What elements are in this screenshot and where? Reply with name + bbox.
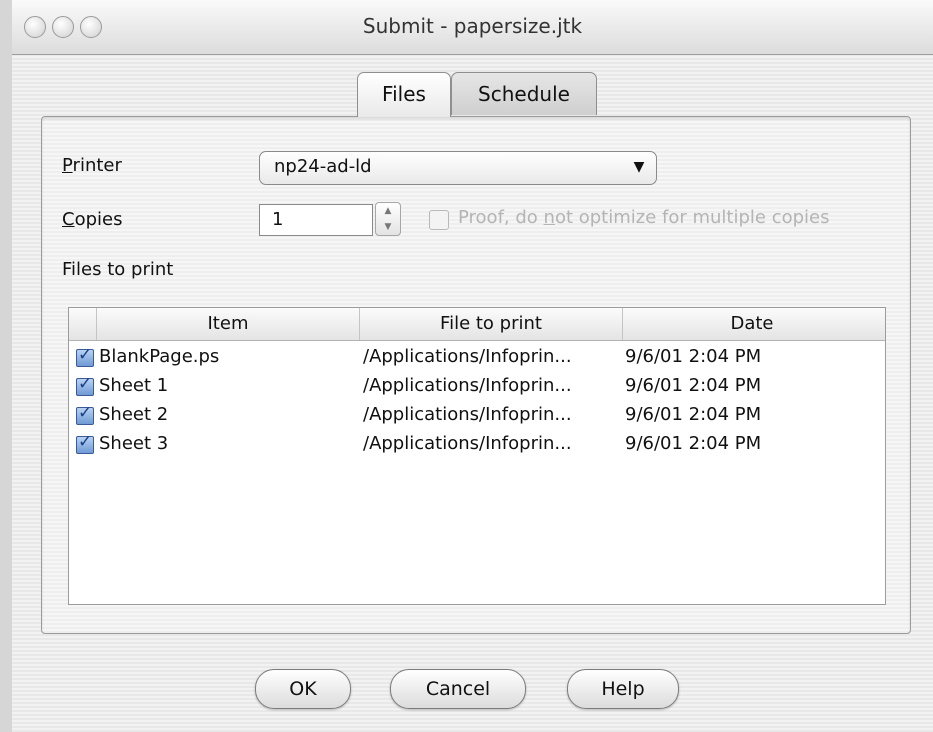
row-checkbox[interactable]: [76, 432, 94, 454]
printer-label: Printer: [62, 155, 122, 176]
stepper-down-icon[interactable]: ▼: [376, 219, 400, 235]
column-header-check: [69, 308, 97, 340]
column-header-file[interactable]: File to print: [360, 308, 623, 340]
copies-value: 1: [272, 209, 284, 230]
printer-select[interactable]: np24-ad-ld ▼: [259, 151, 657, 185]
proof-checkbox-label: Proof, do not optimize for multiple copi…: [458, 207, 830, 228]
submit-dialog: Submit - papersize.jtk Files Schedule Pr…: [12, 0, 933, 732]
copies-stepper[interactable]: ▲ ▼: [375, 202, 401, 236]
table-row[interactable]: BlankPage.ps /Applications/Infoprin... 9…: [69, 344, 885, 372]
copies-input[interactable]: 1: [259, 204, 373, 236]
row-date: 9/6/01 2:04 PM: [625, 346, 762, 367]
ok-button[interactable]: OK: [255, 669, 351, 709]
files-table: Item File to print Date BlankPage.ps /Ap…: [68, 307, 886, 605]
row-file: /Applications/Infoprin...: [363, 433, 572, 454]
row-date: 9/6/01 2:04 PM: [625, 375, 762, 396]
row-file: /Applications/Infoprin...: [363, 404, 572, 425]
files-to-print-label: Files to print: [62, 259, 174, 280]
files-tab-panel: Printer np24-ad-ld ▼ Copies 1 ▲ ▼ Proof,…: [41, 116, 911, 634]
row-item: BlankPage.ps: [99, 346, 220, 367]
table-row[interactable]: Sheet 2 /Applications/Infoprin... 9/6/01…: [69, 402, 885, 430]
row-date: 9/6/01 2:04 PM: [625, 433, 762, 454]
tab-files[interactable]: Files: [357, 72, 451, 117]
cancel-button[interactable]: Cancel: [390, 669, 526, 709]
tab-schedule[interactable]: Schedule: [451, 72, 597, 115]
row-item: Sheet 1: [99, 375, 169, 396]
window-title: Submit - papersize.jtk: [362, 14, 583, 38]
row-item: Sheet 3: [99, 433, 169, 454]
row-file: /Applications/Infoprin...: [363, 346, 572, 367]
column-header-item[interactable]: Item: [97, 308, 360, 340]
help-button[interactable]: Help: [567, 669, 679, 709]
proof-checkbox[interactable]: [429, 210, 449, 230]
stepper-up-icon[interactable]: ▲: [376, 203, 400, 219]
copies-label: Copies: [62, 209, 123, 230]
table-row[interactable]: Sheet 3 /Applications/Infoprin... 9/6/01…: [69, 431, 885, 459]
printer-select-value: np24-ad-ld: [274, 156, 372, 177]
row-checkbox[interactable]: [76, 403, 94, 425]
row-date: 9/6/01 2:04 PM: [625, 404, 762, 425]
row-file: /Applications/Infoprin...: [363, 375, 572, 396]
table-row[interactable]: Sheet 1 /Applications/Infoprin... 9/6/01…: [69, 373, 885, 401]
row-item: Sheet 2: [99, 404, 169, 425]
row-checkbox[interactable]: [76, 374, 94, 396]
triangle-down-icon: ▼: [633, 159, 645, 175]
column-header-date[interactable]: Date: [623, 308, 881, 340]
row-checkbox[interactable]: [76, 345, 94, 367]
table-header: Item File to print Date: [69, 308, 885, 341]
title-bar: Submit - papersize.jtk: [12, 0, 933, 55]
